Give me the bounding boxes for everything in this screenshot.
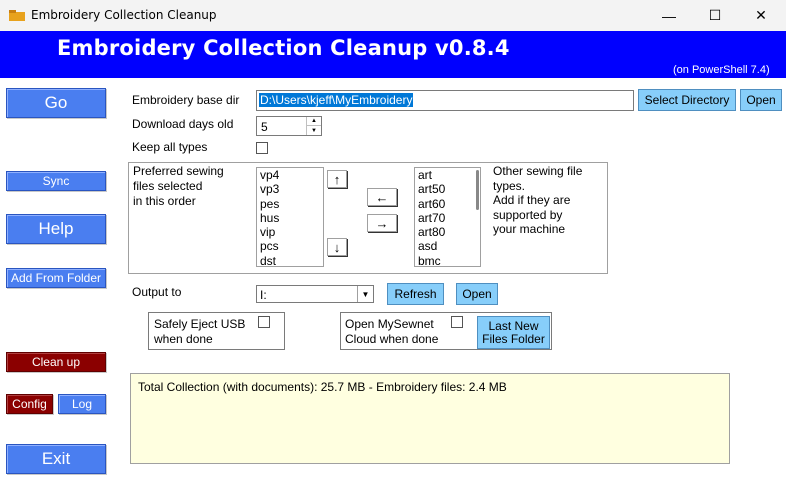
config-button[interactable]: Config (6, 394, 53, 414)
keep-all-types-checkbox[interactable] (256, 142, 268, 154)
list-item[interactable]: art (415, 168, 480, 182)
minimize-button[interactable]: — (646, 0, 692, 31)
list-item[interactable]: art80 (415, 225, 480, 239)
list-item[interactable]: vp3 (257, 182, 323, 196)
increment-icon[interactable]: ▲ (307, 117, 321, 126)
base-dir-input[interactable]: D:\Users\kjeff\MyEmbroidery (256, 90, 634, 111)
other-label-line: supported by (493, 207, 563, 222)
remove-from-preferred-button[interactable]: → (367, 214, 397, 232)
eject-usb-label: Safely Eject USB when done (154, 317, 245, 346)
other-label-line: types. (493, 178, 526, 193)
close-button[interactable]: ✕ (738, 0, 784, 31)
output-to-label: Output to (132, 285, 182, 299)
download-days-value: 5 (261, 120, 268, 134)
log-button[interactable]: Log (58, 394, 106, 414)
help-button[interactable]: Help (6, 214, 106, 244)
open-output-button[interactable]: Open (456, 283, 498, 305)
move-up-button[interactable]: ↑ (327, 170, 347, 188)
scrollbar[interactable] (476, 170, 479, 210)
window-title: Embroidery Collection Cleanup (31, 8, 217, 22)
list-item[interactable]: asd (415, 239, 480, 253)
list-item[interactable]: pes (257, 197, 323, 211)
list-item[interactable]: vip (257, 225, 323, 239)
last-new-files-folder-button[interactable]: Last New Files Folder (477, 316, 550, 349)
preferred-label-line: files selected (133, 179, 203, 193)
preferred-label-line: in this order (133, 194, 196, 208)
last-new-label-line: Last New (488, 318, 539, 333)
other-types-label: Other sewing file types. Add if they are… (493, 164, 582, 237)
clean-up-button[interactable]: Clean up (6, 352, 106, 372)
other-label-line: your machine (493, 222, 566, 236)
refresh-button[interactable]: Refresh (387, 283, 444, 305)
add-from-folder-button[interactable]: Add From Folder (6, 268, 106, 288)
list-item[interactable]: dst (257, 254, 323, 266)
eject-label-line: when done (154, 331, 213, 346)
other-types-list[interactable]: art art50 art60 art70 art80 asd bmc (414, 167, 481, 267)
list-item[interactable]: art70 (415, 211, 480, 225)
base-dir-value: D:\Users\kjeff\MyEmbroidery (259, 93, 414, 107)
download-days-label: Download days old (132, 117, 234, 131)
preferred-types-list[interactable]: vp4 vp3 pes hus vip pcs dst (256, 167, 324, 267)
output-drive-select[interactable]: I: ▼ (256, 285, 374, 303)
preferred-label-line: Preferred sewing (133, 164, 224, 178)
eject-usb-checkbox[interactable] (258, 316, 270, 328)
folder-icon (9, 10, 25, 21)
spinner: ▲ ▼ (306, 117, 321, 135)
maximize-button[interactable]: ☐ (692, 0, 738, 31)
decrement-icon[interactable]: ▼ (307, 126, 321, 135)
download-days-stepper[interactable]: 5 ▲ ▼ (256, 116, 322, 136)
preferred-types-label: Preferred sewing files selected in this … (133, 164, 224, 209)
mysewnet-checkbox[interactable] (451, 316, 463, 328)
exit-button[interactable]: Exit (6, 444, 106, 474)
mysewnet-label-line: Open MySewnet (345, 317, 434, 331)
other-label-line: Other sewing file (493, 164, 583, 178)
select-directory-button[interactable]: Select Directory (638, 89, 736, 111)
list-item[interactable]: hus (257, 211, 323, 225)
last-new-label-line: Files Folder (482, 331, 545, 346)
status-text: Total Collection (with documents): 25.7 … (138, 380, 507, 394)
open-base-dir-button[interactable]: Open (740, 89, 782, 111)
eject-label-line: Safely Eject USB (154, 317, 246, 331)
move-down-button[interactable]: ↓ (327, 238, 347, 256)
other-label-line: Add if they are (493, 193, 571, 207)
sync-button[interactable]: Sync (6, 171, 106, 191)
go-button[interactable]: Go (6, 88, 106, 118)
list-item[interactable]: pcs (257, 239, 323, 253)
keep-all-types-label: Keep all types (132, 140, 208, 154)
list-item[interactable]: bmc (415, 254, 480, 266)
list-item[interactable]: vp4 (257, 168, 323, 182)
add-to-preferred-button[interactable]: ← (367, 188, 397, 206)
base-dir-label: Embroidery base dir (132, 93, 240, 107)
mysewnet-label: Open MySewnet Cloud when done (345, 317, 438, 346)
powershell-version: (on PowerShell 7.4) (673, 64, 770, 76)
mysewnet-label-line: Cloud when done (345, 331, 439, 346)
chevron-down-icon[interactable]: ▼ (357, 286, 373, 302)
app-title: Embroidery Collection Cleanup v0.8.4 (57, 36, 510, 60)
list-item[interactable]: art50 (415, 182, 480, 196)
list-item[interactable]: art60 (415, 197, 480, 211)
output-drive-value: I: (260, 288, 267, 302)
